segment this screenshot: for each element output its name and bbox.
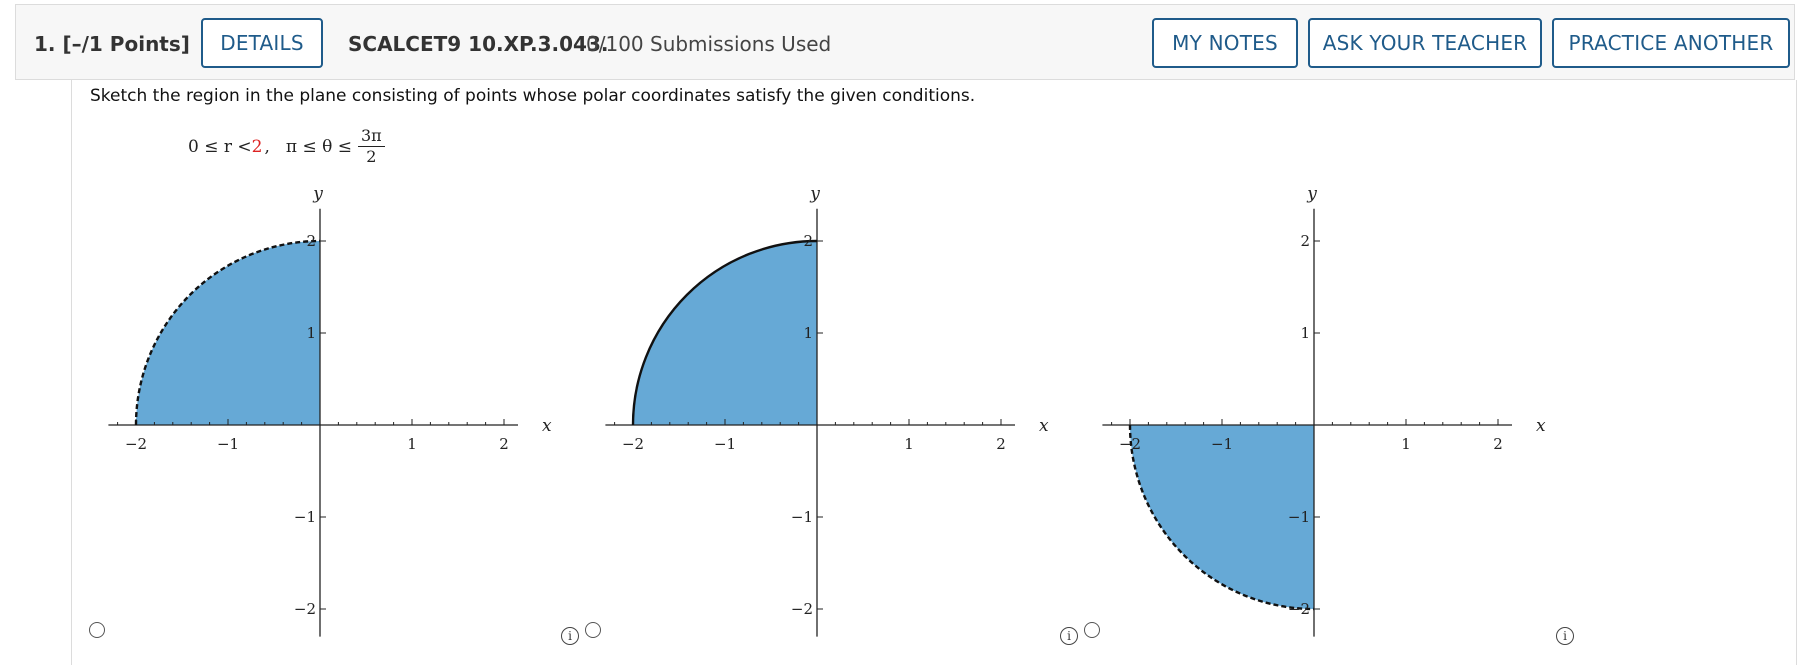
y-tick-label: 1 [803,324,813,342]
x-tick-label: 1 [407,435,417,453]
x-axis-label: x [542,416,552,436]
fraction-numerator: 3π [358,126,385,147]
condition-r-range: 0 ≤ r < [188,136,252,157]
condition-r-bound: 2 [251,136,263,157]
problem-code: SCALCET9 10.XP.3.043. [348,32,609,56]
practice-another-button[interactable]: PRACTICE ANOTHER [1552,18,1790,68]
details-button[interactable]: DETAILS [201,18,323,68]
polar-region-plot-a: −2 −1 1 2 2 1 −1 −2 x y [108,184,552,637]
y-axis-label: y [312,184,323,204]
region-fill [633,241,817,425]
x-tick-label: 2 [996,435,1006,453]
info-icon[interactable]: i [1060,627,1078,645]
x-tick-label: 2 [1493,435,1503,453]
info-icon-glyph: i [1067,629,1071,643]
question-header: 1. [–/1 Points] DETAILS SCALCET9 10.XP.3… [15,4,1795,80]
y-tick-label: 1 [1300,324,1310,342]
info-icon[interactable]: i [1556,627,1574,645]
graph-option-b: −2 −1 1 2 2 1 −1 −2 x y [597,175,1057,637]
condition-fraction: 3π 2 [358,126,385,167]
y-axis-label: y [1306,184,1317,204]
radio-option-c[interactable] [1084,622,1100,638]
polar-region-plot-b: −2 −1 1 2 2 1 −1 −2 x y [605,184,1049,637]
x-tick-label: −2 [622,435,644,453]
region-fill [136,241,320,425]
x-axis-label: x [1039,416,1049,436]
x-tick-label: 1 [1401,435,1411,453]
question-points: [–/1 Points] [62,32,190,56]
info-icon-glyph: i [568,629,572,643]
question-number: 1. [–/1 Points] [34,32,190,56]
x-tick-label: −2 [125,435,147,453]
info-icon-glyph: i [1563,629,1567,643]
x-tick-label: −1 [714,435,736,453]
fraction-denominator: 2 [366,147,377,166]
x-tick-label: −1 [1211,435,1233,453]
y-tick-label: 2 [1300,232,1310,250]
condition-theta-range: π ≤ θ ≤ [285,136,352,157]
my-notes-button[interactable]: MY NOTES [1152,18,1298,68]
y-tick-label: −1 [1288,508,1310,526]
info-icon[interactable]: i [561,627,579,645]
graph-option-c: −2 −1 1 2 2 1 −1 −2 x y [1094,175,1554,637]
x-tick-label: −1 [217,435,239,453]
radio-option-b[interactable] [585,622,601,638]
y-tick-label: 2 [306,232,316,250]
polar-region-plot-c: −2 −1 1 2 2 1 −1 −2 x y [1102,184,1546,637]
x-tick-label: 2 [499,435,509,453]
y-tick-label: −2 [1288,600,1310,618]
question-number-text: 1. [34,32,56,56]
y-tick-label: −2 [791,600,813,618]
polar-condition: 0 ≤ r < 2 , π ≤ θ ≤ 3π 2 [188,126,385,167]
x-tick-label: 1 [904,435,914,453]
x-axis-label: x [1536,416,1546,436]
y-axis-label: y [809,184,820,204]
y-tick-label: 2 [803,232,813,250]
y-tick-label: −2 [294,600,316,618]
ask-your-teacher-button[interactable]: ASK YOUR TEACHER [1308,18,1542,68]
graph-option-a: −2 −1 1 2 2 1 −1 −2 x y [100,175,560,637]
question-prompt: Sketch the region in the plane consistin… [90,86,976,106]
condition-separator: , [264,136,270,157]
y-tick-label: 1 [306,324,316,342]
radio-option-a[interactable] [89,622,105,638]
y-tick-label: −1 [791,508,813,526]
submissions-used: 0/100 Submissions Used [586,32,832,56]
y-tick-label: −1 [294,508,316,526]
x-tick-label: −2 [1119,435,1141,453]
